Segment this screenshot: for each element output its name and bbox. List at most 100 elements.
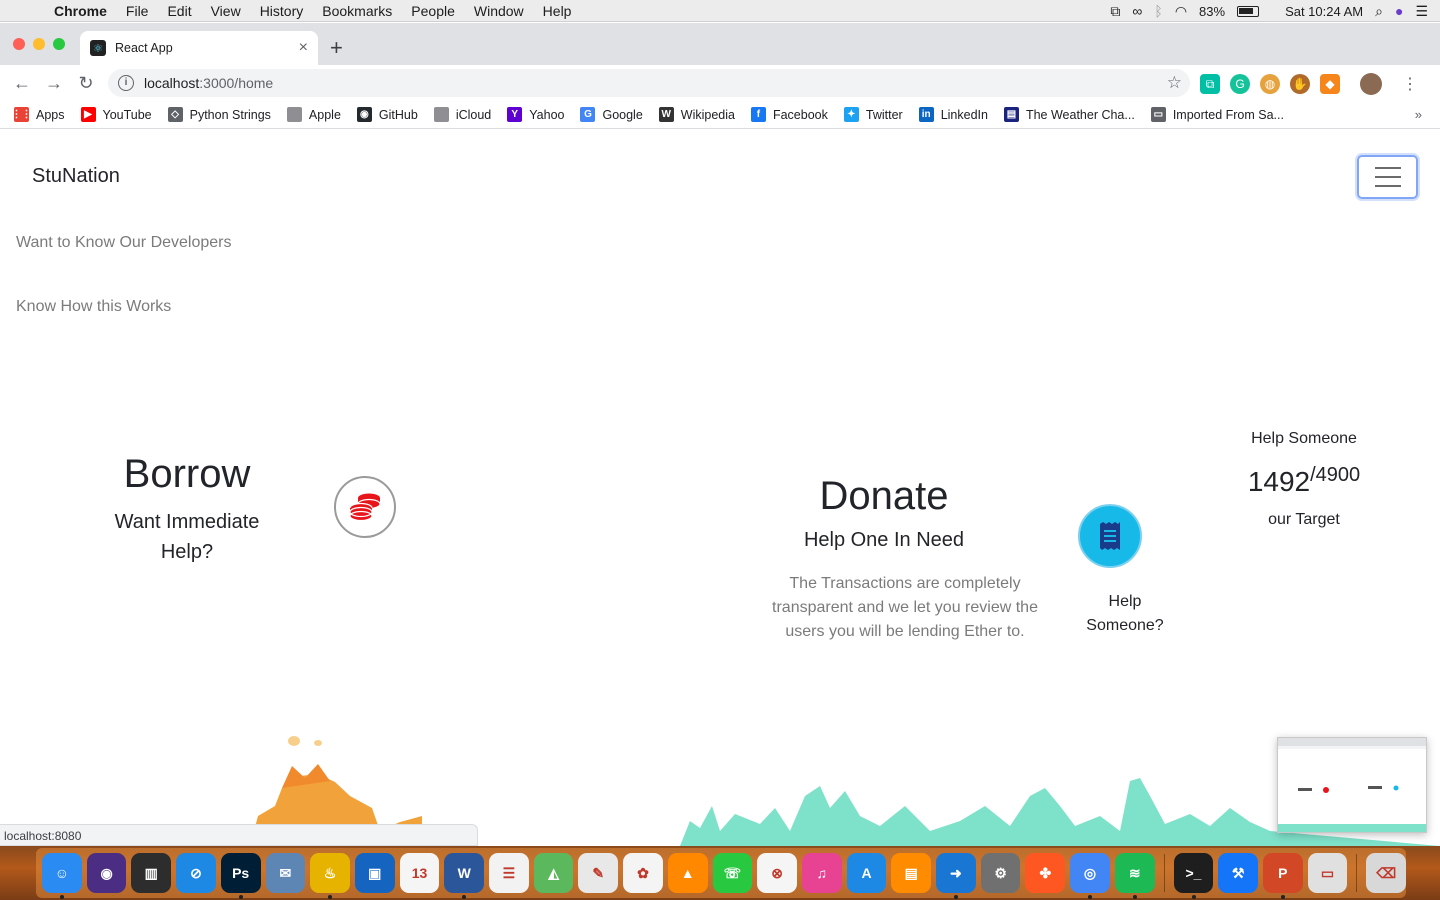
forward-arrow-icon[interactable]: → — [38, 73, 70, 94]
borrow-button[interactable] — [334, 476, 396, 538]
news-icon[interactable]: ⊗ — [757, 853, 797, 893]
terminal-icon[interactable]: >_ — [1173, 853, 1214, 899]
maps-icon[interactable]: ◭ — [533, 853, 574, 893]
page-viewport: StuNation Want to Know Our Developers Kn… — [0, 130, 1440, 846]
bookmark-python-strings[interactable]: ◇ Python Strings — [167, 107, 271, 122]
tab-title: React App — [115, 41, 173, 55]
screenshot-icon[interactable]: ▭ — [1307, 853, 1348, 893]
bookmark-star-icon[interactable]: ☆ — [1167, 73, 1182, 93]
vlc-icon[interactable]: ▲ — [667, 853, 708, 893]
wifi-icon[interactable]: ◠ — [1175, 3, 1187, 20]
navbar-brand[interactable]: StuNation — [32, 165, 120, 188]
extension-hand-icon[interactable]: ✋ — [1290, 74, 1310, 94]
photoshop-icon[interactable]: Ps — [220, 853, 261, 899]
extension-copy-icon[interactable]: ⧉ — [1200, 74, 1220, 94]
siri-icon[interactable]: ◉ — [86, 853, 127, 893]
bookmark-wikipedia[interactable]: W Wikipedia — [658, 107, 735, 122]
spotlight-search-icon[interactable]: ⌕ — [1375, 3, 1383, 20]
xcode-icon[interactable]: ⚒ — [1218, 853, 1258, 893]
zoom-window-button[interactable] — [53, 38, 65, 50]
close-window-button[interactable] — [13, 38, 25, 50]
bookmark-linkedin[interactable]: in LinkedIn — [918, 107, 988, 122]
powerpoint-icon[interactable]: P — [1262, 853, 1303, 899]
itunes-icon[interactable]: ♫ — [801, 853, 842, 893]
close-tab-icon[interactable]: × — [299, 39, 308, 57]
safari-icon[interactable]: ⊘ — [176, 853, 216, 893]
chrome-menu-icon[interactable]: ⋮ — [1402, 74, 1418, 94]
bookmark-google[interactable]: G Google — [580, 107, 643, 122]
minimize-window-button[interactable] — [33, 38, 45, 50]
bookmark-label: Facebook — [772, 107, 828, 122]
menu-help[interactable]: Help — [543, 3, 572, 19]
reload-icon[interactable]: ↻ — [70, 73, 102, 94]
finder-icon[interactable]: ☺ — [42, 853, 82, 899]
nav-link-developers[interactable]: Want to Know Our Developers — [16, 234, 232, 252]
menu-people[interactable]: People — [411, 3, 455, 19]
bookmark-yahoo[interactable]: Y Yahoo — [507, 107, 564, 122]
bookmark-twitter[interactable]: ✦ Twitter — [843, 107, 903, 122]
google-icon: G — [580, 107, 596, 122]
clover-icon[interactable]: ✤ — [1025, 853, 1066, 893]
bookmark-facebook[interactable]: f Facebook — [750, 107, 828, 122]
bookmarks-bar: ⋮⋮ Apps ▶ YouTube ◇ Python Strings Apple ◉ GitHu… — [0, 101, 1440, 129]
navbar-toggler-button[interactable] — [1357, 155, 1418, 199]
trash-icon[interactable]: ⌫ — [1366, 853, 1407, 893]
appstore-icon[interactable]: A — [846, 853, 887, 893]
chrome-icon[interactable]: ◎ — [1070, 853, 1110, 899]
more-bookmarks-icon[interactable]: » — [1415, 107, 1422, 122]
textedit-icon[interactable]: ✎ — [578, 853, 619, 893]
menu-view[interactable]: View — [211, 3, 241, 19]
battery-icon[interactable] — [1237, 5, 1260, 17]
word-icon[interactable]: W — [444, 853, 485, 899]
clock[interactable]: Sat 10:24 AM — [1285, 4, 1363, 19]
yahoo-icon: Y — [507, 107, 523, 122]
notification-center-icon[interactable]: ☰ — [1415, 3, 1428, 20]
menu-bookmarks[interactable]: Bookmarks — [322, 3, 392, 19]
spotify-icon[interactable]: ≋ — [1114, 853, 1155, 899]
cookie-extension-icon[interactable]: ◍ — [1260, 74, 1280, 94]
url-path: :3000/home — [199, 75, 274, 91]
python-strings-icon: ◇ — [167, 107, 183, 122]
metamask-fox-icon[interactable]: ◆ — [1320, 74, 1340, 94]
screenshot-thumbnail-preview[interactable] — [1277, 737, 1427, 833]
books-icon[interactable]: ▤ — [891, 853, 932, 893]
bluetooth-icon[interactable]: ᛒ — [1154, 3, 1162, 19]
bookmark-youtube[interactable]: ▶ YouTube — [80, 107, 152, 122]
facetime-icon[interactable]: ☏ — [712, 853, 753, 893]
site-info-icon[interactable]: i — [118, 75, 134, 91]
apple-icon — [286, 107, 302, 122]
preview-icon[interactable]: ✉ — [265, 853, 306, 893]
menu-history[interactable]: History — [260, 3, 304, 19]
bookmark-github[interactable]: ◉ GitHub — [356, 107, 418, 122]
grammarly-icon[interactable]: G — [1230, 74, 1250, 94]
bookmark-icloud[interactable]: iCloud — [433, 107, 491, 122]
system-preferences-icon[interactable]: ⚙ — [980, 853, 1021, 893]
screen-mirror-icon[interactable]: ⧉ — [1110, 3, 1120, 20]
code-editor-icon[interactable]: ▣ — [354, 853, 395, 893]
creative-cloud-icon[interactable]: ∞ — [1132, 3, 1142, 19]
bookmark-the-weather-cha[interactable]: ▤ The Weather Cha... — [1003, 107, 1135, 122]
tab-react-app[interactable]: ⚛ React App × — [80, 31, 318, 65]
menu-edit[interactable]: Edit — [167, 3, 191, 19]
siri-menu-icon[interactable]: ● — [1395, 3, 1403, 19]
donate-description: The Transactions are completely transpar… — [772, 575, 1038, 640]
profile-avatar[interactable] — [1360, 73, 1382, 95]
calendar-icon[interactable]: 13 — [399, 853, 440, 893]
menu-file[interactable]: File — [126, 3, 149, 19]
new-tab-button[interactable]: + — [330, 35, 343, 61]
migration-icon[interactable]: ➜ — [936, 853, 976, 899]
photos-icon[interactable]: ✿ — [623, 853, 663, 893]
genie-icon[interactable]: ♨ — [310, 853, 350, 899]
reminders-icon[interactable]: ☰ — [489, 853, 529, 893]
piano-icon[interactable]: ▥ — [131, 853, 172, 893]
bookmark-apple[interactable]: Apple — [286, 107, 341, 122]
address-bar[interactable]: i localhost:3000/home ☆ — [108, 69, 1190, 97]
bookmark-apps[interactable]: ⋮⋮ Apps — [12, 107, 65, 122]
nav-link-how-it-works[interactable]: Know How this Works — [16, 298, 171, 316]
menu-window[interactable]: Window — [474, 3, 524, 19]
thumbnail-image — [1278, 738, 1426, 832]
bookmark-imported-from-sa[interactable]: ▭ Imported From Sa... — [1150, 107, 1284, 122]
menu-app-name[interactable]: Chrome — [54, 3, 107, 19]
donate-button[interactable] — [1078, 504, 1142, 568]
back-arrow-icon[interactable]: ← — [6, 73, 38, 94]
